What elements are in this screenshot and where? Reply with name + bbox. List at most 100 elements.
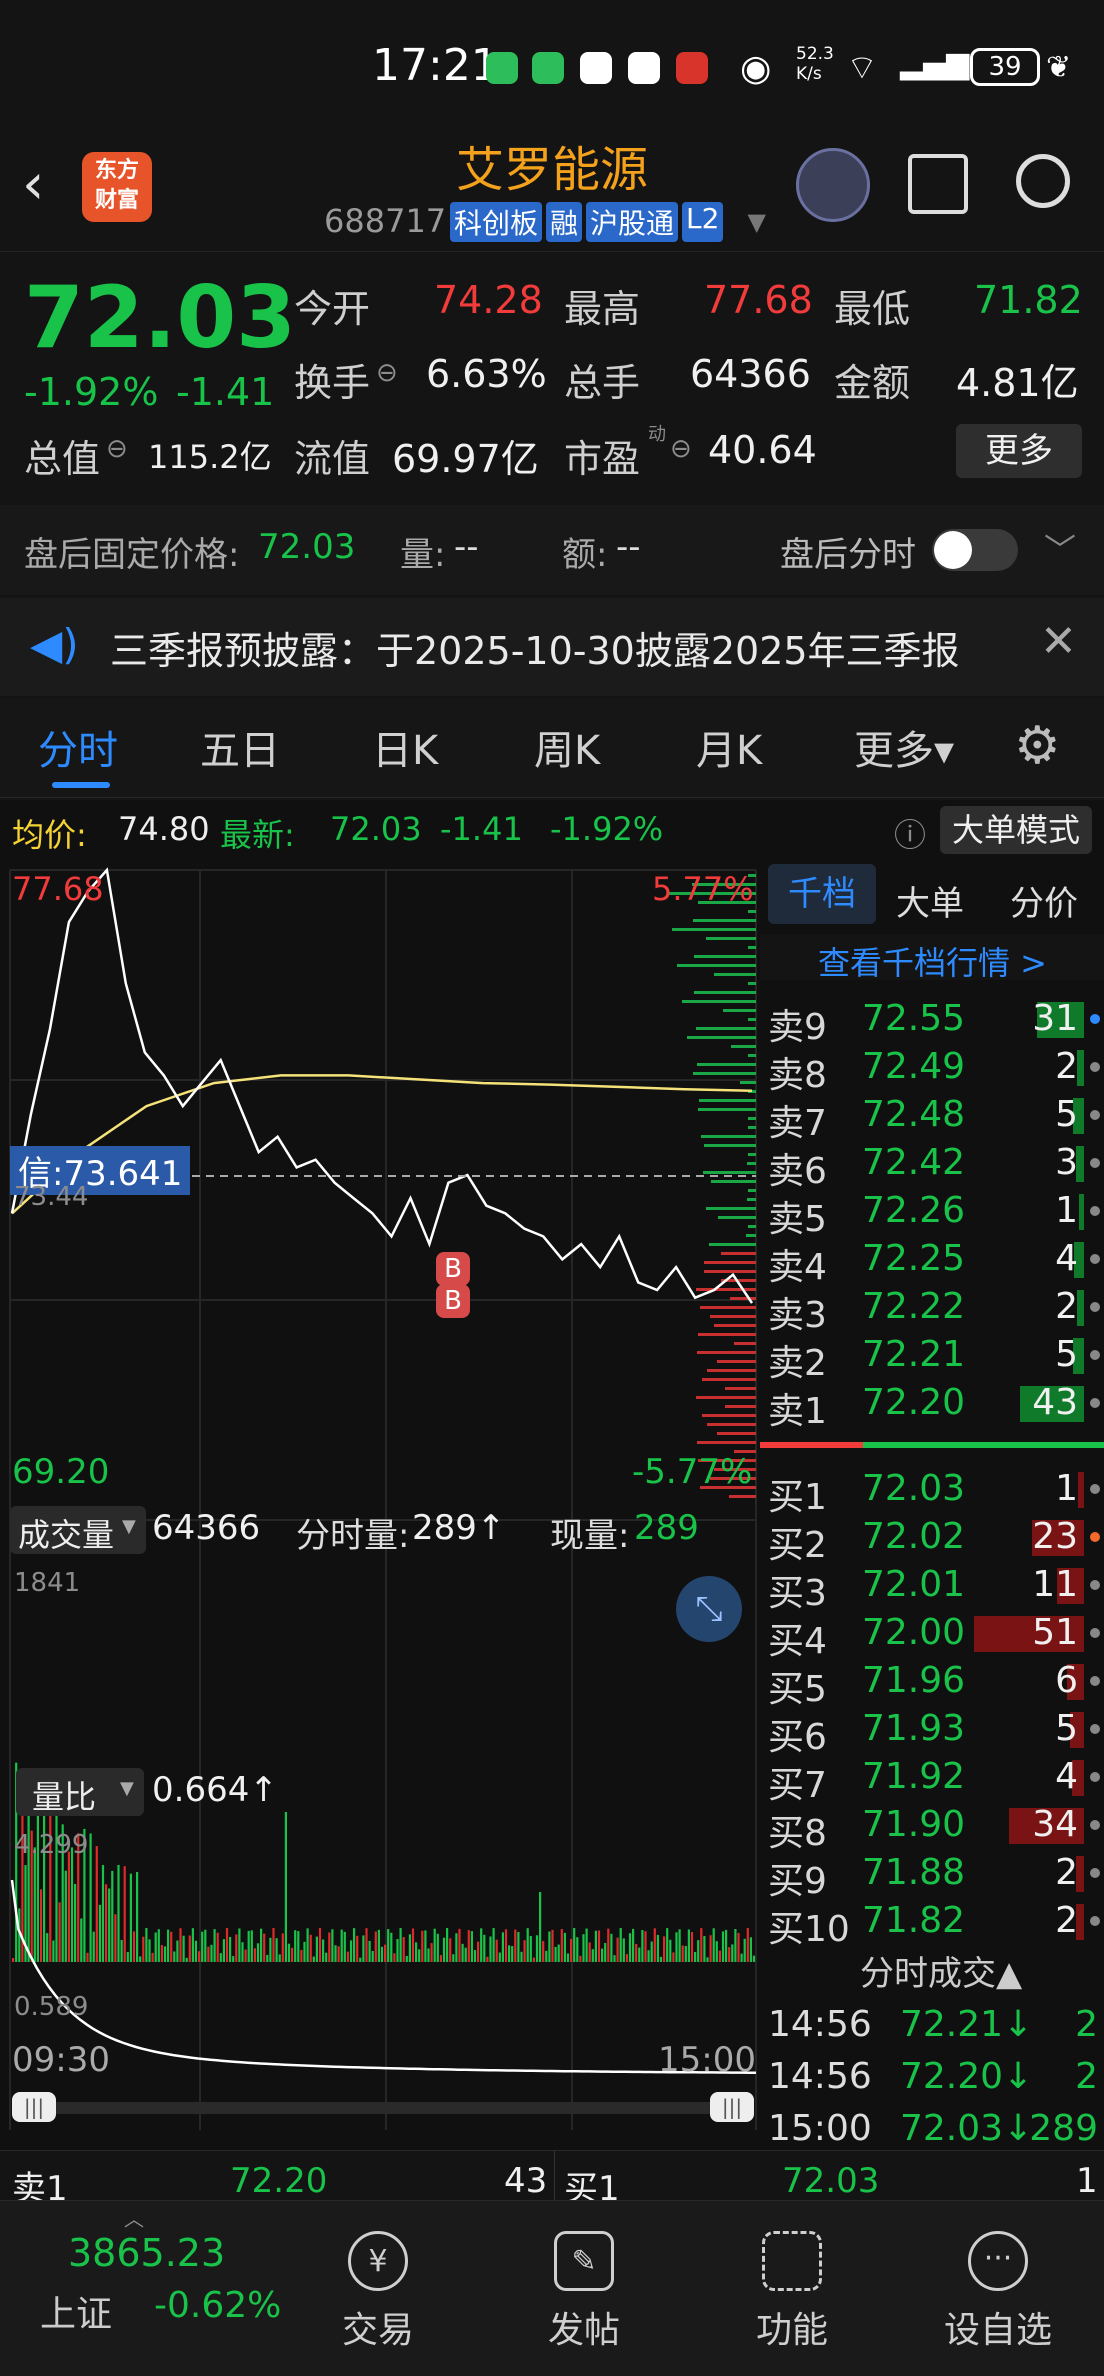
- ratio-max-label: 4.299: [14, 1830, 89, 1860]
- tag: 科创板: [450, 202, 543, 242]
- bid-row[interactable]: 买10 71.82 2: [760, 1896, 1104, 1950]
- volume-bar: [151, 1952, 154, 1962]
- after-hours-toggle[interactable]: [932, 529, 1018, 571]
- ask-row[interactable]: 卖4 72.25 4: [760, 1234, 1104, 1288]
- ask-row[interactable]: 卖1 72.20 43: [760, 1378, 1104, 1432]
- tick-row: 15:00 72.03↓ 289: [760, 2104, 1104, 2154]
- chevron-down-icon[interactable]: ﹀: [1044, 525, 1076, 571]
- volume-bar: [396, 1939, 399, 1962]
- nav-post[interactable]: ✎ 发帖: [504, 2231, 664, 2353]
- bid-row[interactable]: 买4 72.00 51: [760, 1608, 1104, 1662]
- status-dot: [1090, 1350, 1100, 1360]
- status-dot: [1090, 1062, 1100, 1072]
- info-icon[interactable]: ⊖: [376, 358, 398, 388]
- after-amt-label: 额:: [562, 535, 608, 575]
- depth-bar: [687, 1036, 756, 1039]
- ask-price: 72.26: [862, 1190, 966, 1231]
- volume-bar: [163, 1946, 167, 1962]
- range-slider-track[interactable]: [12, 2102, 752, 2114]
- ask-row[interactable]: 卖3 72.22 2: [760, 1282, 1104, 1336]
- buy-marker[interactable]: B: [436, 1284, 470, 1318]
- nav-function[interactable]: 功能: [712, 2231, 872, 2353]
- tab-thousand-level[interactable]: 千档: [768, 864, 876, 924]
- big-order-mode-button[interactable]: 大单模式: [940, 806, 1092, 854]
- volume-bar: [148, 1939, 151, 1962]
- ask-row[interactable]: 卖2 72.21 5: [760, 1330, 1104, 1384]
- search-icon[interactable]: [1016, 154, 1070, 208]
- volume-bar: [198, 1951, 201, 1962]
- buy-marker[interactable]: B: [436, 1252, 470, 1286]
- tab-more[interactable]: 更多▾: [854, 718, 954, 776]
- nav-watchlist[interactable]: ··· 设自选: [918, 2231, 1078, 2353]
- tab-daily-k[interactable]: 日K: [372, 718, 438, 776]
- bid-price: 71.82: [862, 1900, 966, 1941]
- volume-bar: [74, 1883, 77, 1962]
- volume-bar: [95, 1846, 98, 1962]
- tab-weekly-k[interactable]: 周K: [534, 718, 600, 776]
- bid-row[interactable]: 买6 71.93 5: [760, 1704, 1104, 1758]
- ask-row[interactable]: 卖9 72.55 31: [760, 994, 1104, 1048]
- range-handle-left[interactable]: |||: [12, 2092, 56, 2122]
- bid-row[interactable]: 买2 72.02 23: [760, 1512, 1104, 1566]
- bid-qty: 1: [1055, 1468, 1078, 1509]
- close-icon[interactable]: ✕: [1040, 616, 1077, 667]
- more-button[interactable]: 更多: [956, 424, 1082, 478]
- status-dot: [1090, 1398, 1100, 1408]
- volume-bar: [442, 1937, 446, 1962]
- back-icon[interactable]: ‹: [22, 152, 44, 217]
- ticks-header[interactable]: 分时成交▲: [860, 1946, 1022, 1995]
- ask-row[interactable]: 卖5 72.26 1: [760, 1186, 1104, 1240]
- tab-big-order[interactable]: 大单: [896, 876, 964, 925]
- bid-row[interactable]: 买9 71.88 2: [760, 1848, 1104, 1902]
- book-divider: [760, 1442, 1104, 1448]
- tab-price-dist[interactable]: 分价: [1010, 876, 1078, 925]
- bid-row[interactable]: 买1 72.03 1: [760, 1464, 1104, 1518]
- info-icon[interactable]: ⊖: [670, 434, 692, 464]
- volume-bar: [362, 1935, 365, 1962]
- volume-bar: [380, 1946, 384, 1962]
- expand-icon[interactable]: ⤡: [676, 1576, 742, 1642]
- assistant-robot-icon[interactable]: [796, 148, 870, 222]
- nav-trade[interactable]: ¥ 交易: [298, 2231, 458, 2353]
- tab-intraday[interactable]: 分时: [38, 718, 118, 776]
- status-dot: [1090, 1820, 1100, 1830]
- dropdown-icon[interactable]: ▼: [747, 208, 765, 242]
- volume-bar: [405, 1955, 408, 1962]
- volume-selector[interactable]: 成交量 ▼: [10, 1506, 146, 1554]
- bid-row[interactable]: 买5 71.96 6: [760, 1656, 1104, 1710]
- ask-row[interactable]: 卖8 72.49 2: [760, 1042, 1104, 1096]
- volume-bar: [194, 1940, 198, 1962]
- bid-row[interactable]: 买8 71.90 34: [760, 1800, 1104, 1854]
- index-pct: -0.62%: [154, 2285, 282, 2326]
- depth-bar: [710, 1315, 756, 1318]
- bid-row[interactable]: 买3 72.01 11: [760, 1560, 1104, 1614]
- tab-monthly-k[interactable]: 月K: [696, 718, 762, 776]
- volume-bar: [117, 1864, 120, 1962]
- info-icon[interactable]: ⊖: [106, 434, 128, 464]
- avg-value: 74.80: [118, 810, 210, 848]
- bid1-qty: 1: [1076, 2161, 1098, 2201]
- depth-bar: [717, 1360, 756, 1363]
- volume-bar: [427, 1948, 430, 1962]
- view-thousand-link[interactable]: 查看千档行情 >: [818, 938, 1047, 984]
- yen-icon: ¥: [348, 2231, 408, 2291]
- depth-bar: [731, 1045, 756, 1048]
- gear-icon[interactable]: ⚙: [1014, 716, 1061, 776]
- ask-row[interactable]: 卖6 72.42 3: [760, 1138, 1104, 1192]
- notice-bar[interactable]: ◀) 三季报预披露：于2025-10-30披露2025年三季报 ✕: [0, 598, 1104, 696]
- ask-row[interactable]: 卖7 72.48 5: [760, 1090, 1104, 1144]
- range-handle-right[interactable]: |||: [710, 2092, 754, 2122]
- volume-bar: [371, 1951, 374, 1962]
- share-icon[interactable]: [908, 154, 968, 214]
- bid-row[interactable]: 买7 71.92 4: [760, 1752, 1104, 1806]
- volume-bar: [154, 1932, 157, 1962]
- volume-bar: [734, 1928, 737, 1962]
- ratio-selector[interactable]: 量比 ▼: [16, 1768, 144, 1816]
- help-icon[interactable]: ⓘ: [894, 810, 926, 856]
- volume-bar: [501, 1932, 504, 1962]
- bid-qty: 4: [1055, 1756, 1078, 1797]
- notice-text: 三季报预披露：于2025-10-30披露2025年三季报: [110, 629, 960, 673]
- tab-five-day[interactable]: 五日: [200, 718, 280, 776]
- index-widget[interactable]: ︿ 3865.23 上证 -0.62%: [0, 2201, 282, 2376]
- order-book: 卖9 72.55 31 卖8 72.49 2 卖7 72.48 5 卖6 72.42 3 卖5 72.26…: [760, 980, 1104, 2150]
